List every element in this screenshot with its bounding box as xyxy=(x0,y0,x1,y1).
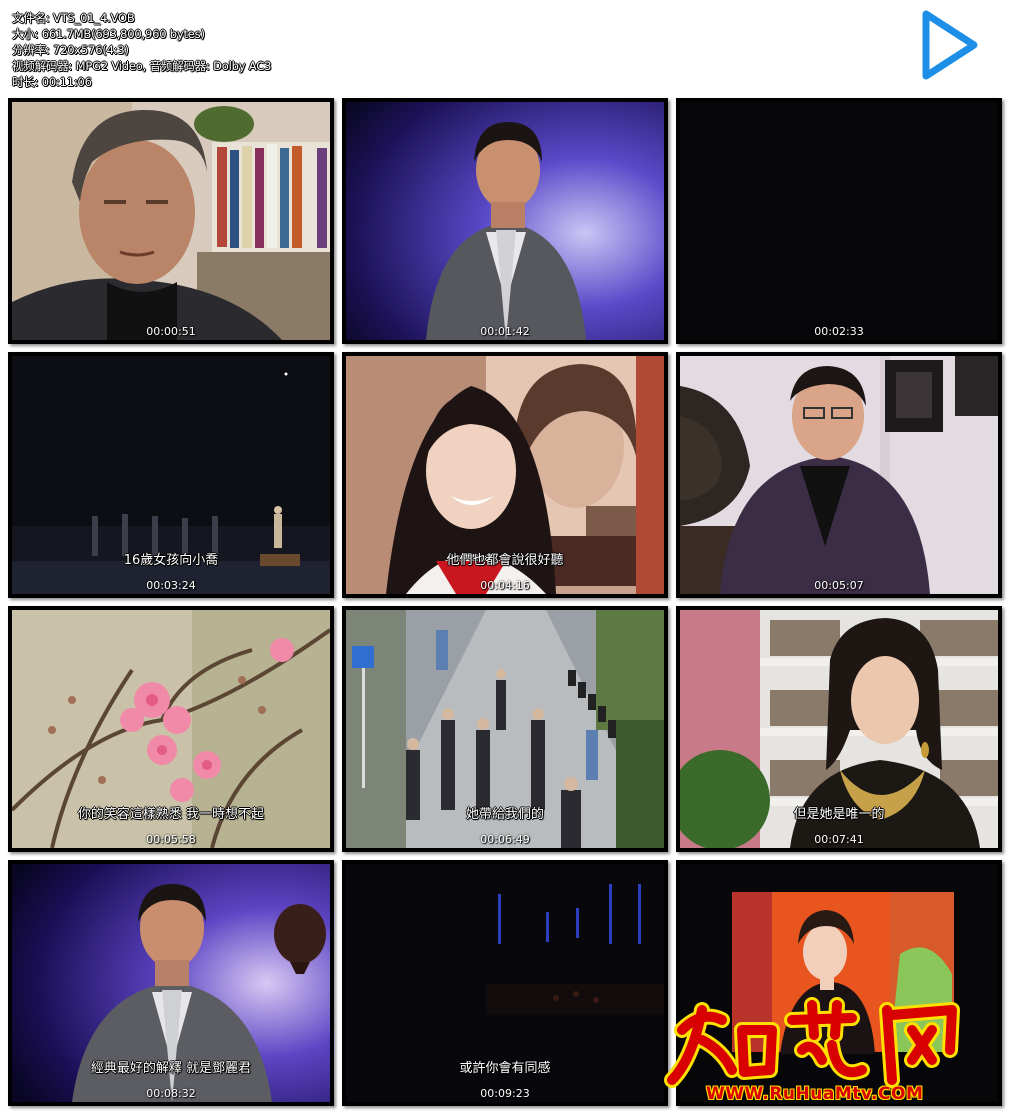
subtitle: 她帶給我們的 xyxy=(465,807,544,822)
file-size: 大小: 661.7MB(693,800,960 bytes) xyxy=(12,27,205,41)
thumbnail[interactable]: 經典最好的解釋 就是鄧麗君 00:08:32 xyxy=(8,860,334,1106)
subtitle: 他們也都會說很好聽 xyxy=(446,553,564,568)
timestamp: 00:05:07 xyxy=(814,579,864,592)
file-resolution: 分辨率: 720x576(4:3) xyxy=(12,43,129,57)
file-info-panel: 文件名: VTS_01_4.VOB 大小: 661.7MB(693,800,96… xyxy=(12,10,271,90)
watermark-url: WWW.RuHuaMtv.COM xyxy=(706,1084,924,1104)
video-frame xyxy=(346,102,664,340)
timestamp: 00:03:24 xyxy=(146,579,196,592)
timestamp: 00:00:51 xyxy=(146,325,196,338)
thumbnail[interactable]: 或許你會有同感 00:09:23 xyxy=(342,860,668,1106)
file-codecs: 视频解码器: MPG2 Video, 音频解码器: Dolby AC3 xyxy=(12,59,272,73)
file-name: 文件名: VTS_01_4.VOB xyxy=(12,11,135,25)
thumbnail[interactable]: 00:00:51 xyxy=(8,98,334,344)
file-duration: 时长: 00:11:06 xyxy=(12,75,92,89)
subtitle: 經典最好的解釋 就是鄧麗君 xyxy=(90,1061,252,1076)
thumbnail[interactable]: 她帶給我們的 00:06:49 xyxy=(342,606,668,852)
thumbnail[interactable]: 16歲女孩向小喬 00:03:24 xyxy=(8,352,334,598)
play-icon[interactable] xyxy=(918,8,982,82)
timestamp: 00:05:58 xyxy=(146,833,196,846)
thumbnail[interactable]: 他們也都會說很好聽 00:04:16 xyxy=(342,352,668,598)
thumbnail[interactable]: 00:01:42 xyxy=(342,98,668,344)
video-frame xyxy=(680,102,998,340)
timestamp: 00:04:16 xyxy=(480,579,530,592)
thumbnail[interactable]: 00:05:07 xyxy=(676,352,1002,598)
thumbnail[interactable]: 但是她是唯一的 00:07:41 xyxy=(676,606,1002,852)
video-frame xyxy=(12,102,330,340)
subtitle: 但是她是唯一的 xyxy=(793,807,885,822)
video-frame xyxy=(680,356,998,594)
timestamp: 00:09:23 xyxy=(480,1087,530,1100)
timestamp: 00:06:49 xyxy=(480,833,530,846)
subtitle: 或許你會有同感 xyxy=(459,1061,551,1076)
ruhua-mtv-logo xyxy=(664,997,960,1088)
thumbnail[interactable]: 00:02:33 xyxy=(676,98,1002,344)
watermark: WWW.RuHuaMtv.COM xyxy=(662,990,1007,1110)
thumbnail[interactable]: 你的笑容這樣熟悉 我一時想不起 00:05:58 xyxy=(8,606,334,852)
timestamp: 00:07:41 xyxy=(814,833,864,846)
subtitle: 16歲女孩向小喬 xyxy=(123,553,219,568)
timestamp: 00:08:32 xyxy=(146,1087,196,1100)
timestamp: 00:01:42 xyxy=(480,325,530,338)
timestamp: 00:02:33 xyxy=(814,325,864,338)
subtitle: 你的笑容這樣熟悉 我一時想不起 xyxy=(77,807,265,822)
